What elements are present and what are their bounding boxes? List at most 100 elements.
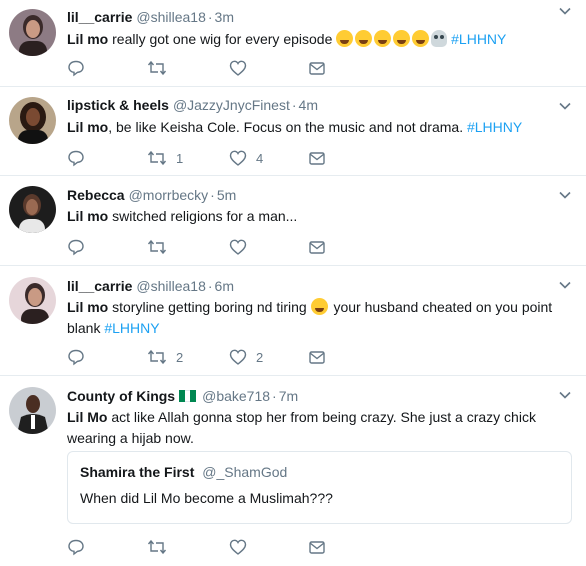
reply-icon <box>68 239 84 256</box>
author-name[interactable]: Rebecca <box>67 185 125 205</box>
tweet-text-bold: Lil mo <box>67 31 109 47</box>
like-icon <box>229 539 247 555</box>
like-count: 4 <box>256 150 264 166</box>
retweet-icon <box>147 60 167 76</box>
separator: · <box>291 97 297 113</box>
reply-button[interactable] <box>67 237 94 257</box>
chevron-down-icon[interactable] <box>558 188 572 202</box>
timestamp[interactable]: 6m <box>215 276 234 296</box>
tweet[interactable]: County of Kings @bake718 · 7m Lil Mo act… <box>0 376 586 566</box>
chevron-down-icon[interactable] <box>558 388 572 402</box>
like-count: 2 <box>256 349 264 365</box>
timestamp[interactable]: 3m <box>215 7 234 27</box>
retweet-count: 2 <box>176 349 184 365</box>
retweet-button[interactable] <box>147 237 176 257</box>
skull-emoji-icon <box>431 30 448 47</box>
tweet-text-bold: Lil Mo <box>67 409 108 425</box>
reply-icon <box>68 150 84 167</box>
like-button[interactable] <box>229 237 256 257</box>
separator: · <box>210 187 215 203</box>
timestamp[interactable]: 4m <box>299 95 318 115</box>
avatar[interactable] <box>9 97 56 144</box>
retweet-icon <box>147 539 167 555</box>
avatar[interactable] <box>9 9 56 56</box>
author-name[interactable]: lil__carrie <box>67 7 132 27</box>
laughing-tears-emoji-icon <box>412 30 430 47</box>
like-button[interactable]: 2 <box>229 347 263 367</box>
tweet[interactable]: lipstick & heels @JazzyJnycFinest · 4m L… <box>0 87 586 176</box>
reply-icon <box>68 539 84 556</box>
avatar[interactable] <box>9 186 56 233</box>
direct-message-button[interactable] <box>308 237 326 257</box>
chevron-down-icon[interactable] <box>558 278 572 292</box>
like-button[interactable]: 4 <box>229 148 263 168</box>
direct-message-button[interactable] <box>308 148 326 168</box>
author-handle[interactable]: @morrbecky <box>129 185 209 205</box>
like-button[interactable] <box>229 58 256 78</box>
reply-icon <box>68 349 84 366</box>
avatar[interactable] <box>9 277 56 324</box>
timestamp[interactable]: 7m <box>279 386 298 406</box>
tweet-text-body: act like Allah gonna stop her from being… <box>67 409 536 446</box>
tweet[interactable]: Rebecca @morrbecky · 5m Lil mo switched … <box>0 176 586 266</box>
retweet-button[interactable]: 2 <box>147 347 183 367</box>
retweet-button[interactable] <box>147 537 176 557</box>
avatar[interactable] <box>9 387 56 434</box>
laughing-tears-emoji-icon <box>355 30 373 47</box>
like-icon <box>229 239 247 255</box>
timestamp[interactable]: 5m <box>217 185 236 205</box>
tweet-text-body: really got one wig for every episode <box>108 31 337 47</box>
message-icon <box>309 351 325 364</box>
retweet-button[interactable]: 1 <box>147 148 183 168</box>
laughing-tears-emoji-icon <box>336 30 354 47</box>
tweet-text: Lil Mo act like Allah gonna stop her fro… <box>67 407 574 449</box>
laughing-tears-emoji-icon <box>393 30 411 47</box>
hashtag-link[interactable]: #LHHNY <box>451 31 506 47</box>
hashtag-link[interactable]: #LHHNY <box>467 119 522 135</box>
tweet-text: Lil mo storyline getting boring nd tirin… <box>67 297 574 339</box>
tweet[interactable]: lil__carrie @shillea18 · 6m Lil mo story… <box>0 266 586 376</box>
direct-message-button[interactable] <box>308 347 326 367</box>
direct-message-button[interactable] <box>308 58 326 78</box>
reply-icon <box>68 60 84 77</box>
chevron-down-icon[interactable] <box>558 4 572 18</box>
like-button[interactable] <box>229 537 256 557</box>
tweet-text-body: storyline getting boring nd tiring <box>108 299 311 315</box>
tweet-header: Rebecca @morrbecky · 5m <box>67 185 574 205</box>
hashtag-link[interactable]: #LHHNY <box>104 320 159 336</box>
author-handle[interactable]: @shillea18 <box>136 276 205 296</box>
tweet-header: lil__carrie @shillea18 · 3m <box>67 7 574 27</box>
message-icon <box>309 62 325 75</box>
tweet-header: lil__carrie @shillea18 · 6m <box>67 276 574 296</box>
retweet-count: 1 <box>176 150 184 166</box>
tweet-text-body: switched religions for a man... <box>108 208 298 224</box>
tweet-text-bold: Lil mo <box>67 299 109 315</box>
author-handle[interactable]: @shillea18 <box>136 7 205 27</box>
retweet-button[interactable] <box>147 58 176 78</box>
reply-button[interactable] <box>67 537 94 557</box>
author-handle[interactable]: @bake718 <box>202 386 270 406</box>
tweet-header: County of Kings @bake718 · 7m <box>67 386 574 406</box>
reply-button[interactable] <box>67 347 94 367</box>
tweet-text: Lil mo switched religions for a man... <box>67 206 574 227</box>
quoted-tweet-card[interactable]: Shamira the First @_ShamGod When did Lil… <box>67 451 572 524</box>
chevron-down-icon[interactable] <box>558 99 572 113</box>
reply-button[interactable] <box>67 148 94 168</box>
author-name[interactable]: County of Kings <box>67 386 175 406</box>
like-icon <box>229 60 247 76</box>
tweet-text: Lil mo, be like Keisha Cole. Focus on th… <box>67 117 574 138</box>
tweet-text-bold: Lil mo <box>67 119 109 135</box>
direct-message-button[interactable] <box>308 537 326 557</box>
laughing-tears-emoji-icon <box>374 30 392 47</box>
tweet[interactable]: lil__carrie @shillea18 · 3m Lil mo reall… <box>0 0 586 87</box>
separator: · <box>207 9 213 25</box>
tweet-header: lipstick & heels @JazzyJnycFinest · 4m <box>67 95 574 115</box>
like-icon <box>229 349 247 365</box>
message-icon <box>309 152 325 165</box>
retweet-icon <box>147 239 167 255</box>
author-handle[interactable]: @JazzyJnycFinest <box>173 95 290 115</box>
reply-button[interactable] <box>67 58 94 78</box>
author-name[interactable]: lil__carrie <box>67 276 132 296</box>
separator: · <box>272 388 277 404</box>
author-name[interactable]: lipstick & heels <box>67 95 169 115</box>
